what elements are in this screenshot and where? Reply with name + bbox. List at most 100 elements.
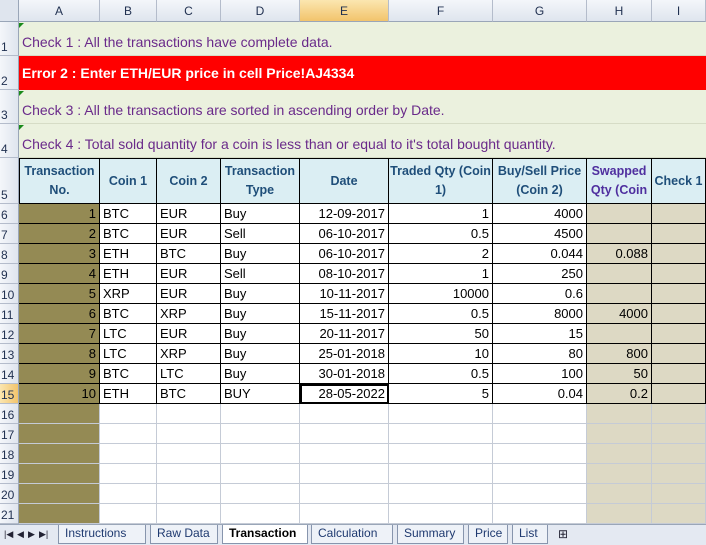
table-cell-coin1[interactable]: BTC <box>100 304 157 324</box>
empty-cell[interactable] <box>493 484 587 504</box>
table-cell-coin2[interactable]: BTC <box>157 384 221 404</box>
table-cell-type[interactable]: Buy <box>221 244 300 264</box>
table-cell-qty[interactable]: 0.5 <box>389 224 493 244</box>
empty-cell[interactable] <box>221 484 300 504</box>
table-cell-coin1[interactable]: BTC <box>100 204 157 224</box>
table-cell-price[interactable]: 8000 <box>493 304 587 324</box>
empty-cell[interactable] <box>493 424 587 444</box>
empty-cell[interactable] <box>19 444 100 464</box>
table-cell-coin2[interactable]: LTC <box>157 364 221 384</box>
table-cell-no[interactable]: 1 <box>19 204 100 224</box>
empty-cell[interactable] <box>221 424 300 444</box>
empty-cell[interactable] <box>300 504 389 524</box>
empty-cell[interactable] <box>652 504 706 524</box>
column-header-g[interactable]: G <box>493 0 587 22</box>
empty-cell[interactable] <box>493 464 587 484</box>
table-cell-price[interactable]: 0.6 <box>493 284 587 304</box>
table-cell-date[interactable]: 06-10-2017 <box>300 244 389 264</box>
table-cell-type[interactable]: Buy <box>221 284 300 304</box>
table-cell-coin1[interactable]: LTC <box>100 344 157 364</box>
insert-sheet-icon[interactable]: ⊞ <box>558 527 568 541</box>
empty-cell[interactable] <box>652 424 706 444</box>
table-cell-check[interactable] <box>652 344 706 364</box>
table-cell-type[interactable]: Buy <box>221 304 300 324</box>
prev-sheet-icon[interactable]: ◀ <box>17 529 24 540</box>
table-cell-swapped[interactable] <box>587 264 652 284</box>
table-cell-type[interactable]: Buy <box>221 204 300 224</box>
empty-cell[interactable] <box>389 424 493 444</box>
table-cell-check[interactable] <box>652 304 706 324</box>
row-header-17[interactable]: 17 <box>0 424 19 444</box>
row-header-8[interactable]: 8 <box>0 244 19 264</box>
table-cell-check[interactable] <box>652 224 706 244</box>
empty-cell[interactable] <box>652 464 706 484</box>
table-cell-qty[interactable]: 2 <box>389 244 493 264</box>
empty-cell[interactable] <box>221 504 300 524</box>
empty-cell[interactable] <box>587 424 652 444</box>
table-cell-no[interactable]: 4 <box>19 264 100 284</box>
table-cell-price[interactable]: 0.04 <box>493 384 587 404</box>
selected-cell-e15[interactable]: 28-05-2022 <box>300 384 389 404</box>
table-cell-coin1[interactable]: ETH <box>100 244 157 264</box>
sheet-tab-list[interactable]: List <box>512 525 548 544</box>
table-cell-swapped[interactable] <box>587 284 652 304</box>
empty-cell[interactable] <box>300 444 389 464</box>
row-header-20[interactable]: 20 <box>0 484 19 504</box>
sheet-tab-transaction[interactable]: Transaction <box>222 525 308 544</box>
table-cell-date[interactable]: 30-01-2018 <box>300 364 389 384</box>
empty-cell[interactable] <box>493 444 587 464</box>
table-cell-swapped[interactable] <box>587 224 652 244</box>
table-cell-type[interactable]: BUY <box>221 384 300 404</box>
table-cell-price[interactable]: 80 <box>493 344 587 364</box>
table-cell-swapped[interactable]: 0.088 <box>587 244 652 264</box>
sheet-tab-raw-data[interactable]: Raw Data <box>150 525 218 544</box>
empty-cell[interactable] <box>221 464 300 484</box>
table-cell-qty[interactable]: 5 <box>389 384 493 404</box>
empty-cell[interactable] <box>221 444 300 464</box>
table-cell-no[interactable]: 5 <box>19 284 100 304</box>
table-cell-coin1[interactable]: LTC <box>100 324 157 344</box>
sheet-tab-calculation[interactable]: Calculation <box>311 525 393 544</box>
empty-cell[interactable] <box>157 404 221 424</box>
table-cell-coin2[interactable]: BTC <box>157 244 221 264</box>
row-header-12[interactable]: 12 <box>0 324 19 344</box>
row-header-11[interactable]: 11 <box>0 304 19 324</box>
table-cell-no[interactable]: 8 <box>19 344 100 364</box>
sheet-tab-summary[interactable]: Summary <box>397 525 464 544</box>
empty-cell[interactable] <box>300 484 389 504</box>
empty-cell[interactable] <box>157 464 221 484</box>
empty-cell[interactable] <box>100 504 157 524</box>
table-cell-coin1[interactable]: BTC <box>100 364 157 384</box>
empty-cell[interactable] <box>157 504 221 524</box>
table-cell-no[interactable]: 2 <box>19 224 100 244</box>
empty-cell[interactable] <box>100 444 157 464</box>
empty-cell[interactable] <box>300 404 389 424</box>
next-sheet-icon[interactable]: ▶ <box>28 529 35 540</box>
table-cell-check[interactable] <box>652 364 706 384</box>
table-cell-swapped[interactable]: 50 <box>587 364 652 384</box>
table-cell-coin1[interactable]: XRP <box>100 284 157 304</box>
empty-cell[interactable] <box>300 424 389 444</box>
column-header-h[interactable]: H <box>587 0 652 22</box>
table-cell-coin2[interactable]: XRP <box>157 344 221 364</box>
empty-cell[interactable] <box>389 484 493 504</box>
table-cell-qty[interactable]: 10 <box>389 344 493 364</box>
table-cell-coin2[interactable]: XRP <box>157 304 221 324</box>
table-cell-price[interactable]: 4500 <box>493 224 587 244</box>
empty-cell[interactable] <box>300 464 389 484</box>
empty-cell[interactable] <box>587 404 652 424</box>
column-header-c[interactable]: C <box>157 0 221 22</box>
row-header-7[interactable]: 7 <box>0 224 19 244</box>
empty-cell[interactable] <box>587 464 652 484</box>
table-cell-no[interactable]: 10 <box>19 384 100 404</box>
table-cell-date[interactable]: 08-10-2017 <box>300 264 389 284</box>
empty-cell[interactable] <box>19 424 100 444</box>
empty-cell[interactable] <box>652 404 706 424</box>
column-header-f[interactable]: F <box>389 0 493 22</box>
empty-cell[interactable] <box>221 404 300 424</box>
table-cell-swapped[interactable]: 800 <box>587 344 652 364</box>
row-header-15[interactable]: 15 <box>0 384 19 404</box>
row-header-2[interactable]: 2 <box>0 56 19 90</box>
table-cell-coin1[interactable]: ETH <box>100 384 157 404</box>
table-cell-swapped[interactable] <box>587 324 652 344</box>
